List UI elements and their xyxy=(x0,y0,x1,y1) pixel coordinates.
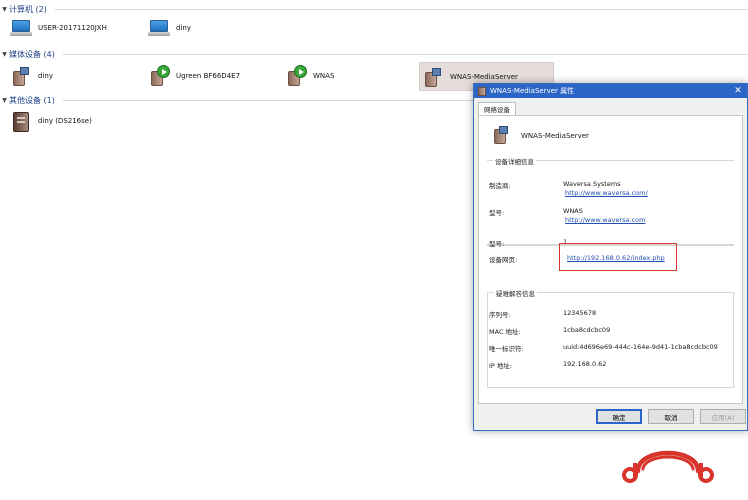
media-server-icon xyxy=(422,66,444,88)
computer-label: USER-20171120JXH xyxy=(38,24,107,32)
media-player-icon xyxy=(148,65,170,87)
model-number-label: 型号: xyxy=(489,240,505,248)
group-header-computers[interactable]: ▼ 计算机 (2) xyxy=(0,3,748,15)
chevron-down-icon[interactable]: ▼ xyxy=(0,6,9,13)
uid-value: uuid:4d696e69-444c-164e-9d41-1cba8cdcbc0… xyxy=(563,343,718,351)
headphones-logo-icon xyxy=(622,450,714,483)
chevron-down-icon[interactable]: ▼ xyxy=(0,97,9,104)
mac-value: 1cba8cdcbc09 xyxy=(563,326,611,334)
media-server-icon xyxy=(493,126,509,144)
manufacturer-value: Waversa Systems xyxy=(563,180,621,188)
manufacturer-label: 制造商: xyxy=(489,182,511,190)
manufacturer-link[interactable]: http://www.waversa.com/ xyxy=(565,189,648,197)
computer-item-diny[interactable]: diny xyxy=(148,15,191,41)
nas-icon xyxy=(10,110,32,132)
group-divider xyxy=(62,53,748,55)
tab-panel: WNAS-MediaServer 设备详细信息 制造商: Waversa Sys… xyxy=(478,115,743,404)
group-title: 计算机 (2) xyxy=(9,4,47,14)
computer-icon xyxy=(10,17,32,39)
section-title: 疑难解答信息 xyxy=(494,288,537,298)
group-title: 媒体设备 (4) xyxy=(9,49,55,59)
media-label: Ugreen BF66D4E7 xyxy=(176,72,241,80)
uid-label: 唯一标识符: xyxy=(489,345,524,353)
model-value: WNAS xyxy=(563,207,583,215)
section-title: 设备详细信息 xyxy=(493,156,536,166)
media-device-icon xyxy=(10,65,32,87)
model-link[interactable]: http://www.waversa.com xyxy=(565,216,645,224)
close-icon[interactable]: ✕ xyxy=(729,84,747,98)
apply-button: 应用(A) xyxy=(700,409,746,424)
dialog-title: WNAS-MediaServer 属性 xyxy=(490,87,575,95)
group-title: 其他设备 (1) xyxy=(9,95,55,105)
model-label: 型号: xyxy=(489,209,505,217)
ok-button[interactable]: 确定 xyxy=(596,409,642,424)
device-header xyxy=(493,126,509,144)
cancel-button[interactable]: 取消 xyxy=(648,409,694,424)
media-label: WNAS xyxy=(313,72,335,80)
webpage-label: 设备网页: xyxy=(489,256,518,264)
dialog-titlebar[interactable]: WNAS-MediaServer 属性 ✕ xyxy=(474,84,747,98)
serial-value: 12345678 xyxy=(563,309,597,317)
serial-label: 序列号: xyxy=(489,311,511,319)
media-label: diny xyxy=(38,72,53,80)
media-server-icon xyxy=(478,86,486,96)
troubleshoot-section: 疑难解答信息 xyxy=(487,288,734,388)
media-item-ugreen[interactable]: Ugreen BF66D4E7 xyxy=(148,63,240,89)
computer-icon xyxy=(148,17,170,39)
webpage-link[interactable]: http://192.168.0.62/index.php xyxy=(567,254,665,262)
chevron-down-icon[interactable]: ▼ xyxy=(0,51,9,58)
device-name: WNAS-MediaServer xyxy=(521,132,589,140)
media-item-diny[interactable]: diny xyxy=(10,63,53,89)
other-label: diny (DS216se) xyxy=(38,117,92,125)
ip-label: IP 地址: xyxy=(489,362,513,370)
mac-label: MAC 地址: xyxy=(489,328,521,336)
tab-network-device[interactable]: 网络设备 xyxy=(478,102,516,115)
properties-dialog: WNAS-MediaServer 属性 ✕ 网络设备 WNAS-MediaSer… xyxy=(473,83,748,431)
group-header-media[interactable]: ▼ 媒体设备 (4) xyxy=(0,48,748,60)
computer-item-user[interactable]: USER-20171120JXH xyxy=(10,15,107,41)
media-player-icon xyxy=(285,65,307,87)
ip-value: 192.168.0.62 xyxy=(563,360,607,368)
media-label: WNAS-MediaServer xyxy=(450,72,518,81)
group-divider xyxy=(54,8,748,10)
computer-label: diny xyxy=(176,24,191,32)
other-item-diny-ds216se[interactable]: diny (DS216se) xyxy=(10,108,92,134)
media-item-wnas[interactable]: WNAS xyxy=(285,63,334,89)
